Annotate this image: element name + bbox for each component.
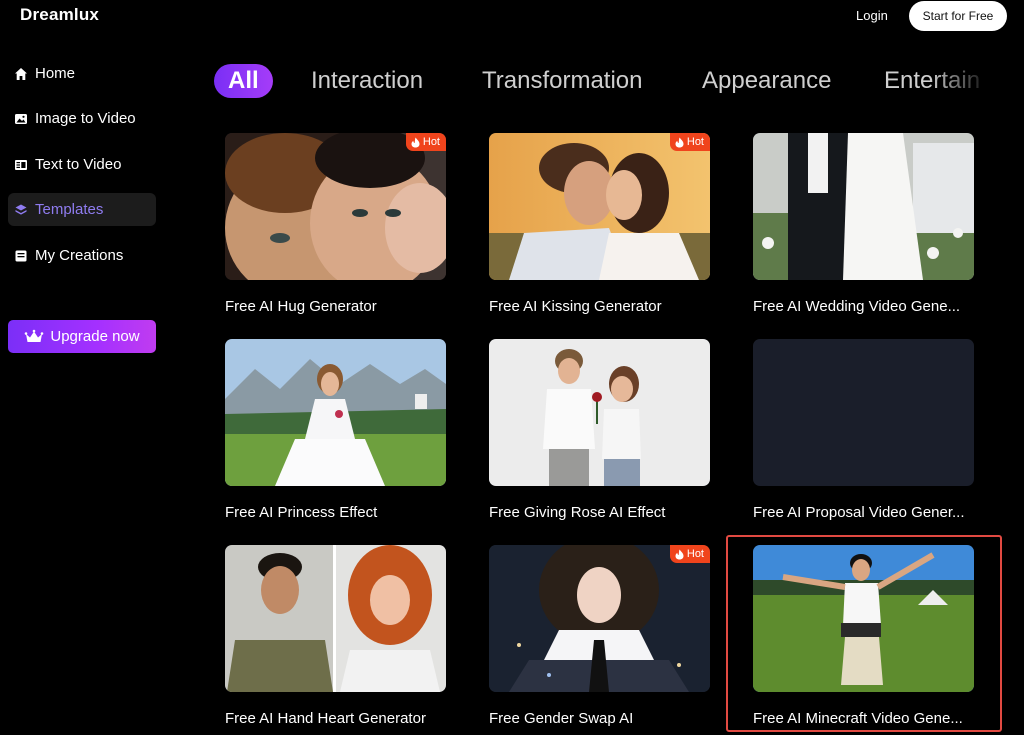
layers-icon bbox=[14, 203, 28, 217]
tab-all[interactable]: All bbox=[214, 64, 273, 98]
card-title: Free AI Proposal Video Gener... bbox=[753, 504, 965, 521]
hot-badge: Hot bbox=[669, 133, 710, 151]
card-title: Free AI Minecraft Video Gene... bbox=[753, 710, 963, 727]
hot-label: Hot bbox=[686, 136, 704, 148]
sidebar-item-my-creations[interactable]: My Creations bbox=[8, 239, 156, 272]
template-card-proposal[interactable]: Free AI Proposal Video Gener... bbox=[753, 339, 974, 521]
card-thumbnail: Hot bbox=[225, 133, 446, 280]
brand-logo[interactable]: Dreamlux bbox=[20, 5, 99, 25]
sidebar-item-image-to-video[interactable]: Image to Video bbox=[8, 102, 156, 135]
template-card-princess[interactable]: Free AI Princess Effect bbox=[225, 339, 446, 521]
tab-entertain[interactable]: Entertain bbox=[884, 63, 980, 99]
template-card-wedding[interactable]: Free AI Wedding Video Gene... bbox=[753, 133, 974, 315]
sidebar-item-label: Image to Video bbox=[35, 110, 136, 127]
text-doc-icon bbox=[14, 158, 28, 172]
flame-icon bbox=[675, 549, 684, 560]
login-link[interactable]: Login bbox=[856, 8, 888, 23]
card-title: Free AI Wedding Video Gene... bbox=[753, 298, 961, 315]
sidebar-item-home[interactable]: Home bbox=[8, 57, 156, 90]
card-thumbnail bbox=[225, 545, 446, 692]
flame-icon bbox=[675, 137, 684, 148]
card-title: Free Giving Rose AI Effect bbox=[489, 504, 666, 521]
flame-icon bbox=[411, 137, 420, 148]
template-card-hand-heart[interactable]: Free AI Hand Heart Generator bbox=[225, 545, 446, 727]
template-card-hug[interactable]: Hot Free AI Hug Generator bbox=[225, 133, 446, 315]
sidebar-item-label: My Creations bbox=[35, 247, 124, 264]
category-tabs: All Interaction Transformation Appearanc… bbox=[214, 63, 984, 103]
card-thumbnail-placeholder bbox=[753, 339, 974, 486]
card-thumbnail bbox=[753, 545, 974, 692]
tab-appearance[interactable]: Appearance bbox=[702, 63, 831, 99]
crown-icon bbox=[24, 329, 44, 345]
template-card-kissing[interactable]: Hot Free AI Kissing Generator bbox=[489, 133, 710, 315]
sidebar-item-label: Templates bbox=[35, 201, 104, 218]
upgrade-now-button[interactable]: Upgrade now bbox=[8, 320, 156, 353]
card-thumbnail bbox=[489, 339, 710, 486]
sidebar-item-label: Home bbox=[35, 65, 76, 82]
tab-interaction[interactable]: Interaction bbox=[311, 63, 423, 99]
card-title: Free AI Princess Effect bbox=[225, 504, 378, 521]
hot-badge: Hot bbox=[405, 133, 446, 151]
image-icon bbox=[14, 112, 28, 126]
home-icon bbox=[14, 67, 28, 81]
hot-badge: Hot bbox=[669, 545, 710, 563]
card-title: Free AI Hand Heart Generator bbox=[225, 710, 426, 727]
card-title: Free AI Kissing Generator bbox=[489, 298, 662, 315]
card-title: Free Gender Swap AI bbox=[489, 710, 634, 727]
hot-label: Hot bbox=[422, 136, 440, 148]
sidebar-item-label: Text to Video bbox=[35, 156, 122, 173]
card-thumbnail bbox=[753, 133, 974, 280]
card-thumbnail bbox=[225, 339, 446, 486]
card-thumbnail: Hot bbox=[489, 133, 710, 280]
template-card-giving-rose[interactable]: Free Giving Rose AI Effect bbox=[489, 339, 710, 521]
hot-label: Hot bbox=[686, 548, 704, 560]
upgrade-label: Upgrade now bbox=[50, 328, 140, 345]
sidebar-item-text-to-video[interactable]: Text to Video bbox=[8, 148, 156, 181]
sidebar-item-templates[interactable]: Templates bbox=[8, 193, 156, 226]
start-for-free-button[interactable]: Start for Free bbox=[909, 1, 1007, 31]
template-card-gender-swap[interactable]: Hot Free Gender Swap AI bbox=[489, 545, 710, 727]
card-title: Free AI Hug Generator bbox=[225, 298, 377, 315]
card-thumbnail: Hot bbox=[489, 545, 710, 692]
template-card-minecraft[interactable]: Free AI Minecraft Video Gene... bbox=[753, 545, 974, 727]
folder-icon bbox=[14, 249, 28, 263]
tab-transformation[interactable]: Transformation bbox=[482, 63, 643, 99]
